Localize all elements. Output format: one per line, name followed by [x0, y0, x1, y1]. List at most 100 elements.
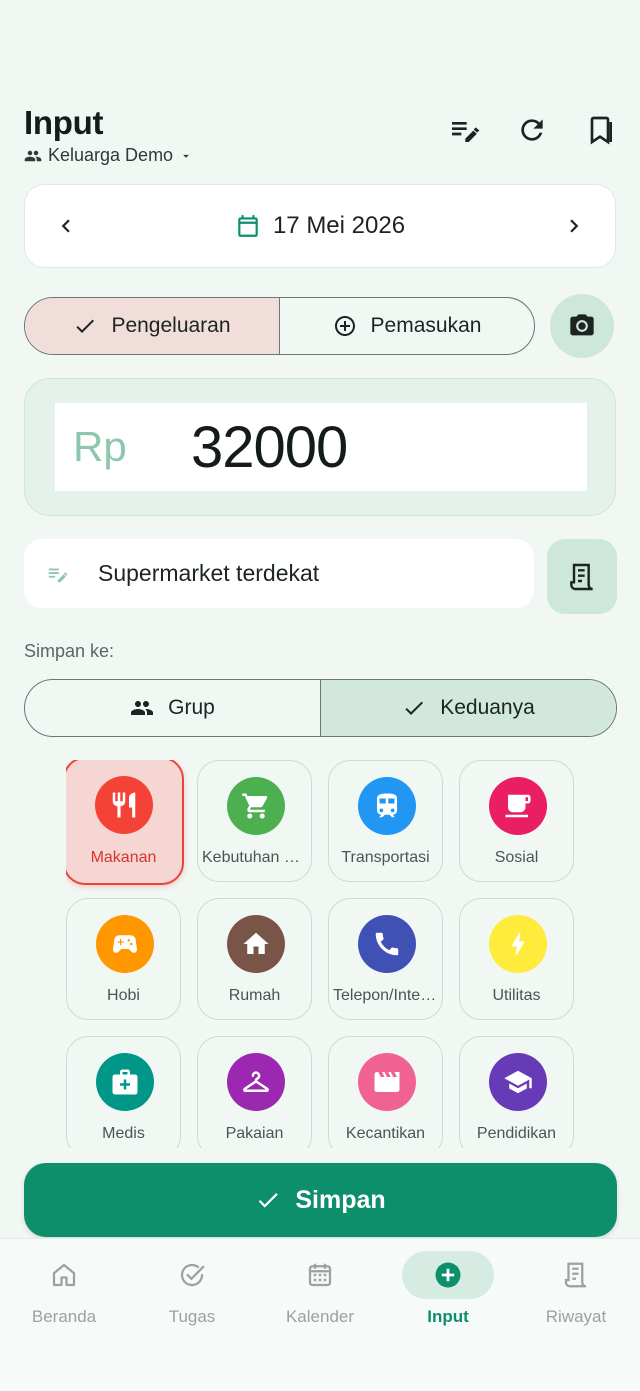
nav-label: Beranda: [31, 1307, 97, 1326]
category-tile-makanan[interactable]: Makanan: [66, 760, 184, 885]
edit-list-icon[interactable]: [448, 114, 480, 146]
expense-label: Pengeluaran: [111, 314, 231, 337]
header: Input Keluarga Demo: [24, 104, 616, 168]
people-icon: [24, 150, 42, 161]
bottom-navigation: Beranda Tugas Kalender Input Riwayat: [0, 1238, 640, 1391]
category-tile-sosial[interactable]: Sosial: [459, 760, 574, 882]
amount-card: Rp 32000: [24, 378, 616, 516]
transaction-type-toggle: Pengeluaran Pemasukan: [24, 297, 535, 355]
nav-item-kalender[interactable]: Kalender: [256, 1251, 384, 1351]
group-tab[interactable]: Grup: [25, 680, 320, 736]
income-tab[interactable]: Pemasukan: [279, 298, 534, 354]
category-icon-circle: [96, 915, 154, 973]
category-label: Utilitas: [492, 987, 541, 1004]
check-icon: [259, 1193, 279, 1208]
amount-input[interactable]: Rp 32000: [55, 403, 587, 491]
category-label: Sosial: [494, 849, 539, 866]
category-grid: Makanan Kebutuhan Rumah Tangga Transport…: [66, 760, 576, 1152]
coffee-icon: [505, 794, 531, 818]
home-outline-icon: [52, 1263, 76, 1287]
cart-icon: [242, 793, 268, 819]
note-input[interactable]: Supermarket terdekat: [24, 539, 534, 608]
category-tile-pendidikan[interactable]: Pendidikan: [459, 1036, 574, 1152]
receipt-icon: [570, 563, 593, 590]
people-icon: [131, 701, 154, 715]
category-tile-telepon[interactable]: Telepon/Internet: [328, 898, 443, 1020]
category-tile-hobi[interactable]: Hobi: [66, 898, 181, 1020]
camera-button[interactable]: [550, 294, 614, 358]
phone-icon: [375, 932, 399, 956]
home-icon: [243, 932, 269, 954]
group-label: Grup: [168, 696, 215, 719]
refresh-icon[interactable]: [516, 114, 548, 146]
both-label: Keduanya: [440, 696, 535, 719]
nav-label: Tugas: [168, 1307, 216, 1326]
category-tile-rumah[interactable]: Rumah: [197, 898, 312, 1020]
category-label: Transportasi: [341, 849, 430, 866]
category-icon-circle: [489, 777, 547, 835]
both-tab[interactable]: Keduanya: [320, 680, 616, 736]
receipt-icon: [564, 1262, 587, 1288]
medical-kit-icon: [112, 1069, 138, 1095]
category-icon-circle: [358, 1053, 416, 1111]
train-icon: [377, 793, 397, 818]
check-icon: [405, 701, 424, 715]
nav-item-beranda[interactable]: Beranda: [0, 1251, 128, 1351]
page-title: Input: [24, 104, 104, 141]
category-tile-transportasi[interactable]: Transportasi: [328, 760, 443, 882]
graduation-cap-icon: [504, 1070, 532, 1094]
category-icon-circle: [358, 915, 416, 973]
category-icon-circle: [95, 776, 153, 834]
category-label: Hobi: [107, 987, 140, 1004]
category-icon-circle: [358, 777, 416, 835]
currency-prefix: Rp: [73, 423, 127, 470]
category-label: Rumah: [228, 987, 281, 1004]
next-day-icon[interactable]: [561, 213, 587, 239]
clapperboard-icon: [374, 1072, 400, 1092]
category-tile-kebutuhan[interactable]: Kebutuhan Rumah Tangga: [197, 760, 312, 882]
bookmarks-icon[interactable]: [584, 114, 616, 146]
bolt-icon: [511, 932, 525, 956]
dropdown-arrow-icon: [183, 154, 189, 158]
category-tile-kecantikan[interactable]: Kecantikan: [328, 1036, 443, 1152]
restaurant-icon: [112, 792, 136, 818]
nav-item-tugas[interactable]: Tugas: [128, 1251, 256, 1351]
save-button[interactable]: Simpan: [24, 1163, 617, 1237]
category-label: Kebutuhan Rumah Tangga: [202, 849, 307, 866]
hanger-icon: [243, 1071, 269, 1092]
save-label: Simpan: [295, 1185, 386, 1214]
category-label: Kecantikan: [345, 1125, 426, 1142]
receipt-button[interactable]: [547, 539, 617, 614]
add-circle-icon: [435, 1262, 461, 1288]
category-label: Pakaian: [225, 1125, 284, 1142]
calendar-icon: [308, 1263, 332, 1287]
nav-label: Kalender: [285, 1307, 355, 1326]
check-circle-icon: [180, 1263, 205, 1287]
category-tile-pakaian[interactable]: Pakaian: [197, 1036, 312, 1152]
nav-label: Riwayat: [545, 1307, 607, 1326]
previous-day-icon[interactable]: [53, 213, 79, 239]
save-to-label: Simpan ke:: [24, 641, 115, 661]
nav-label: Input: [427, 1307, 469, 1326]
expense-tab[interactable]: Pengeluaran: [25, 298, 279, 354]
category-label: Pendidikan: [476, 1125, 557, 1142]
check-icon: [76, 319, 95, 333]
date-value: 17 Mei 2026: [272, 212, 406, 239]
nav-item-riwayat[interactable]: Riwayat: [512, 1251, 640, 1351]
category-label: Telepon/Internet: [333, 987, 438, 1004]
nav-item-input[interactable]: Input: [384, 1251, 512, 1351]
category-tile-utilitas[interactable]: Utilitas: [459, 898, 574, 1020]
destination-toggle: Grup Keduanya: [24, 679, 617, 737]
date-card: 17 Mei 2026: [24, 184, 616, 268]
category-icon-circle: [227, 1053, 285, 1111]
income-label: Pemasukan: [370, 314, 482, 337]
calendar-icon: [238, 215, 258, 237]
add-circle-outline-icon: [334, 316, 355, 336]
group-selector[interactable]: Keluarga Demo: [24, 145, 193, 166]
date-picker[interactable]: 17 Mei 2026: [235, 212, 405, 240]
category-icon-circle: [227, 777, 285, 835]
note-edit-icon: [48, 568, 68, 582]
category-icon-circle: [489, 915, 547, 973]
category-tile-medis[interactable]: Medis: [66, 1036, 181, 1152]
category-label: Makanan: [90, 849, 157, 866]
